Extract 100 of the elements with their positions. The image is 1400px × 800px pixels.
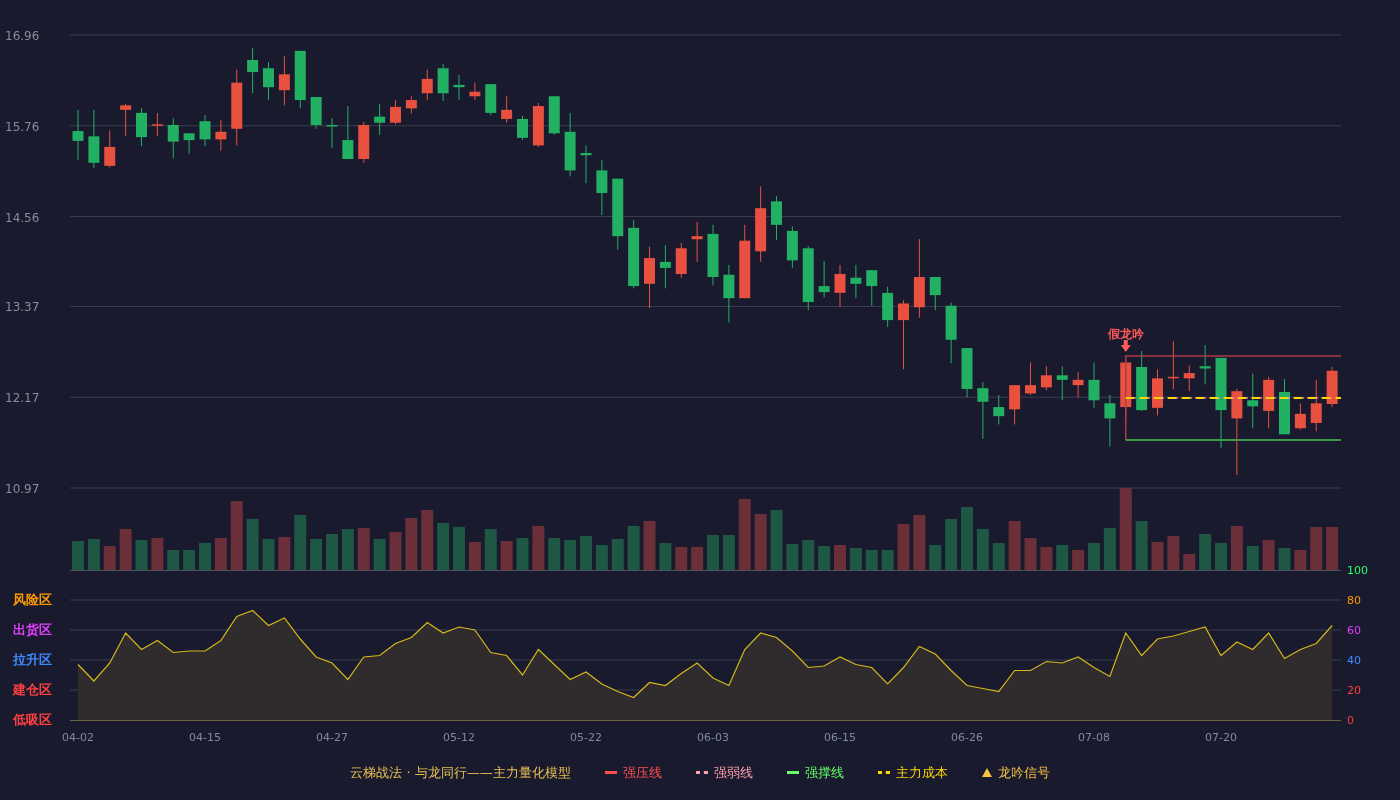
axis-label: 06-03 — [697, 731, 729, 744]
candlestick — [342, 105, 354, 160]
candlestick — [1088, 361, 1100, 409]
volume-bar — [1294, 550, 1307, 570]
volume-bar — [421, 510, 434, 570]
volume-bar — [1088, 543, 1100, 570]
candlestick — [1183, 365, 1195, 392]
candlestick — [691, 221, 703, 263]
axis-label: 05-22 — [570, 731, 602, 744]
candlestick — [818, 260, 830, 298]
volume-bar — [1199, 534, 1212, 570]
axis-label: 14.56 — [5, 210, 40, 225]
volume-bar — [865, 550, 878, 570]
volume-bar — [548, 538, 561, 570]
volume-bar — [484, 529, 497, 570]
candlestick — [247, 47, 259, 94]
volume-bar — [1167, 536, 1180, 570]
axis-label: 40 — [1347, 654, 1361, 667]
signal-label: 假龙吟 — [1107, 327, 1144, 341]
axis-label: 16.96 — [5, 29, 40, 43]
volume-bar — [754, 514, 767, 570]
candlestick — [564, 112, 576, 177]
volume-bar — [1215, 543, 1227, 570]
volume-bar — [516, 538, 529, 570]
candlestick — [1152, 368, 1163, 416]
volume-bar — [373, 539, 386, 570]
volume-bar — [1246, 546, 1259, 570]
volume-bar — [214, 538, 227, 570]
legend-label: 龙吟信号 — [997, 763, 1050, 782]
axis-label: 07-20 — [1205, 731, 1237, 744]
axis-label: 20 — [1347, 684, 1361, 697]
volume-bar — [849, 548, 862, 570]
volume-bar — [818, 546, 831, 570]
candlestick — [136, 107, 147, 147]
volume-bar — [913, 515, 926, 570]
volume-bar — [468, 542, 481, 570]
volume-bar — [738, 499, 751, 570]
candlestick — [945, 302, 957, 364]
zone-label: 拉升区 — [13, 652, 52, 667]
candlestick — [215, 119, 227, 152]
candlestick — [802, 245, 814, 311]
candlestick — [453, 74, 465, 101]
volume-bar — [1230, 526, 1243, 570]
volume-bar — [580, 536, 592, 570]
volume-bar — [691, 547, 704, 570]
volume-bar — [659, 543, 672, 570]
candlestick — [882, 286, 894, 328]
volume-bar — [1326, 527, 1339, 570]
volume-bar — [627, 526, 640, 570]
volume-bar — [278, 537, 291, 570]
volume-bar — [151, 538, 164, 570]
volume-bar — [294, 515, 307, 570]
candlestick — [834, 264, 846, 308]
volume-bar — [1151, 542, 1164, 570]
candlestick — [405, 95, 417, 115]
candlestick — [548, 95, 560, 136]
volume-bar — [643, 521, 656, 570]
candlestick — [1167, 340, 1179, 390]
zone-label: 建仓区 — [13, 682, 52, 697]
volume-bar — [532, 526, 545, 570]
volume-bar — [262, 539, 275, 570]
legend-label: 主力成本 — [895, 763, 948, 782]
volume-bar — [87, 539, 100, 570]
volume-bar — [230, 501, 243, 570]
candlestick — [1136, 350, 1148, 412]
volume-bar — [389, 532, 402, 570]
candlestick — [1040, 365, 1052, 391]
candlestick — [1199, 344, 1211, 385]
candlestick — [469, 82, 481, 101]
candlestick — [850, 264, 862, 299]
candlestick — [898, 299, 909, 370]
candlestick — [723, 264, 735, 323]
volume-bar — [183, 550, 196, 570]
volume-bar — [1278, 548, 1291, 570]
axis-label: 04-27 — [316, 731, 348, 744]
candlestick — [1104, 394, 1116, 447]
candlestick — [183, 132, 195, 155]
candlestick — [278, 55, 290, 106]
axis-label: 0 — [1347, 714, 1354, 727]
zone-label: 风险区 — [13, 592, 52, 607]
candlestick — [993, 394, 1005, 425]
candlestick — [866, 269, 878, 307]
volume-bar — [72, 541, 84, 570]
candlestick — [771, 195, 782, 241]
volume-bar — [722, 535, 735, 570]
candlestick — [596, 159, 608, 216]
volume-bar — [1262, 540, 1275, 570]
legend-label: 强弱线 — [713, 763, 753, 782]
candlestick — [72, 109, 84, 161]
volume-bar — [1008, 521, 1021, 570]
axis-label: 04-02 — [62, 731, 94, 744]
axis-label: 06-26 — [951, 731, 983, 744]
volume-bar — [119, 529, 132, 570]
candlestick — [199, 114, 211, 147]
candlestick — [1247, 373, 1259, 429]
axis-label: 07-08 — [1078, 731, 1110, 744]
volume-bar — [897, 524, 910, 570]
axis-label: 06-15 — [824, 731, 856, 744]
candlestick — [977, 381, 989, 440]
volume-bar — [167, 550, 180, 570]
